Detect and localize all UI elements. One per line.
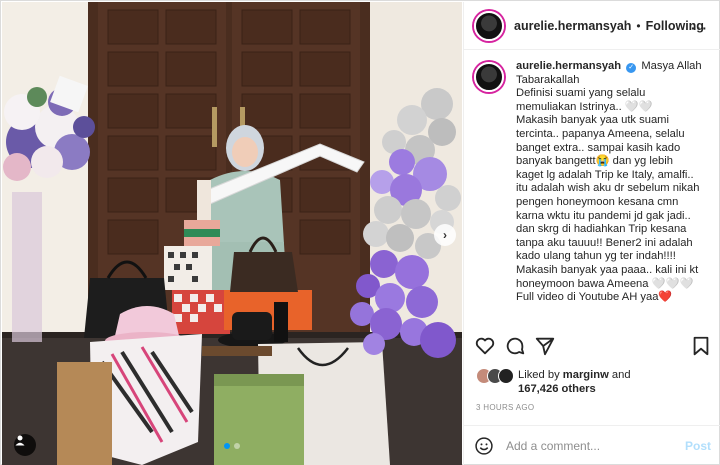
chevron-right-icon: › <box>443 228 447 242</box>
likes-and: and <box>608 369 631 381</box>
comment-icon[interactable] <box>504 335 526 357</box>
avatar <box>498 368 514 384</box>
more-options-icon[interactable]: ··· <box>691 20 708 36</box>
liker-username[interactable]: marginw <box>563 369 609 381</box>
post-photo[interactable]: › <box>2 2 462 465</box>
emoji-icon[interactable] <box>474 436 494 456</box>
header-username[interactable]: aurelie.hermansyah <box>514 19 631 33</box>
verified-badge-icon: ✓ <box>626 63 637 73</box>
likes-summary: Liked by marginw and 167,426 others <box>476 368 631 396</box>
comment-input[interactable]: Add a comment... <box>506 439 685 453</box>
caption-text: Masya Allah Tabarakallah Definisi suami … <box>516 60 702 304</box>
share-icon[interactable] <box>534 335 556 357</box>
bookmark-icon[interactable] <box>690 335 712 357</box>
heart-icon[interactable] <box>474 335 496 357</box>
comment-bar: Add a comment... Post <box>464 425 720 465</box>
header-separator: • <box>636 18 641 33</box>
caption-avatar[interactable] <box>474 62 504 92</box>
likes-count[interactable]: 167,426 others <box>518 383 596 395</box>
post-comment-button[interactable]: Post <box>685 439 711 453</box>
caption-username[interactable]: aurelie.hermansyah <box>516 60 621 72</box>
photo-scene <box>2 2 462 465</box>
carousel-dot <box>224 443 230 449</box>
instagram-post-modal: › aurelie.hermansyah • Following ··· aur… <box>0 0 720 465</box>
post-timestamp[interactable]: 3 HOURS AGO <box>476 403 534 412</box>
post-details-panel: aurelie.hermansyah • Following ··· aurel… <box>463 2 720 465</box>
avatar[interactable] <box>474 10 504 41</box>
caption: aurelie.hermansyah ✓ Masya Allah Tabarak… <box>474 60 716 322</box>
likes-text: Liked by marginw and 167,426 others <box>518 368 631 396</box>
carousel-indicator <box>2 443 462 449</box>
carousel-next-button[interactable]: › <box>434 224 456 246</box>
caption-body: aurelie.hermansyah ✓ Masya Allah Tabarak… <box>516 60 714 322</box>
carousel-dot <box>234 443 240 449</box>
likes-prefix: Liked by <box>518 369 563 381</box>
action-bar <box>474 335 714 359</box>
liker-avatars <box>476 368 518 386</box>
post-header: aurelie.hermansyah • Following ··· <box>464 2 720 50</box>
